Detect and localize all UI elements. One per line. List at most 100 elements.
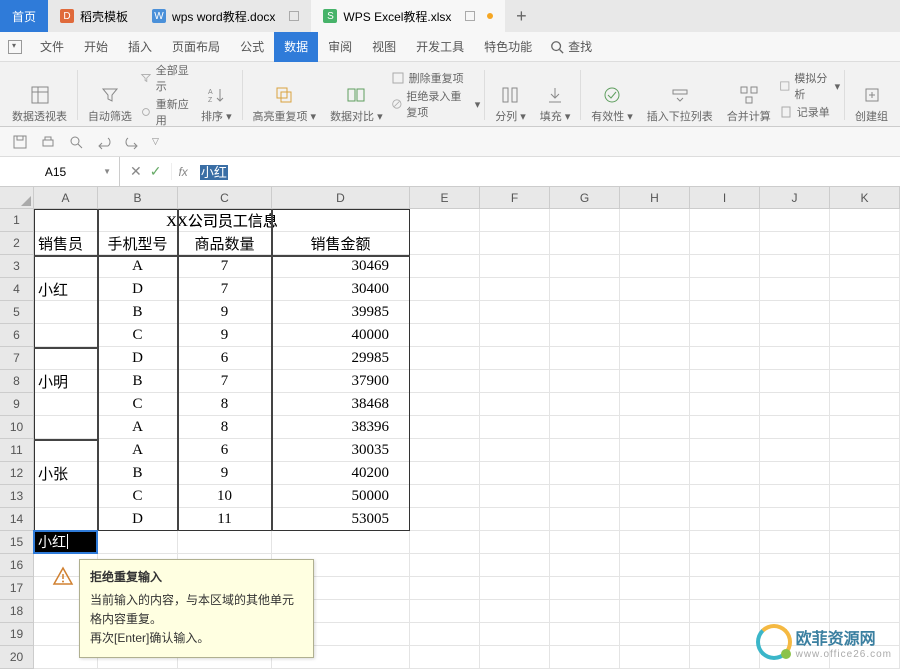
cell[interactable] bbox=[480, 646, 550, 669]
menu-review[interactable]: 审阅 bbox=[318, 32, 362, 62]
cell[interactable] bbox=[830, 416, 900, 439]
tab-template[interactable]: D稻壳模板 bbox=[48, 0, 140, 32]
cell[interactable] bbox=[550, 554, 620, 577]
ribbon-group[interactable]: 创建组 bbox=[849, 66, 894, 124]
cell[interactable] bbox=[690, 600, 760, 623]
redo-icon[interactable] bbox=[124, 134, 140, 150]
cell[interactable] bbox=[830, 577, 900, 600]
cell[interactable] bbox=[620, 462, 690, 485]
cell[interactable] bbox=[480, 232, 550, 255]
cell[interactable] bbox=[830, 600, 900, 623]
cell[interactable]: 30035 bbox=[272, 439, 410, 462]
print-icon[interactable] bbox=[40, 134, 56, 150]
cell[interactable] bbox=[690, 393, 760, 416]
col-header-H[interactable]: H bbox=[620, 187, 690, 209]
cell[interactable] bbox=[480, 324, 550, 347]
ribbon-fill[interactable]: 填充 ▾ bbox=[534, 66, 577, 124]
cell[interactable] bbox=[480, 577, 550, 600]
menu-dev[interactable]: 开发工具 bbox=[406, 32, 474, 62]
cell[interactable] bbox=[620, 393, 690, 416]
cell[interactable] bbox=[410, 232, 480, 255]
menu-insert[interactable]: 插入 bbox=[118, 32, 162, 62]
cell[interactable] bbox=[34, 439, 98, 462]
cell[interactable] bbox=[480, 370, 550, 393]
row-header-2[interactable]: 2 bbox=[0, 232, 34, 255]
ribbon-record[interactable]: 记录单 bbox=[779, 104, 840, 120]
cell[interactable] bbox=[410, 439, 480, 462]
cell[interactable] bbox=[830, 278, 900, 301]
cell[interactable] bbox=[830, 232, 900, 255]
ribbon-autofilter[interactable]: 自动筛选 bbox=[82, 66, 138, 124]
row-header-12[interactable]: 12 bbox=[0, 462, 34, 485]
cell[interactable] bbox=[690, 485, 760, 508]
cell[interactable] bbox=[410, 577, 480, 600]
cell[interactable]: 7 bbox=[178, 370, 272, 393]
ribbon-validation[interactable]: 有效性 ▾ bbox=[585, 66, 639, 124]
ribbon-showall[interactable]: 全部显示 bbox=[140, 62, 193, 94]
ribbon-reject-dup[interactable]: 拒绝录入重复项 ▾ bbox=[391, 88, 481, 120]
cell[interactable]: 6 bbox=[178, 347, 272, 370]
menu-layout[interactable]: 页面布局 bbox=[162, 32, 230, 62]
cell[interactable]: 小张 bbox=[34, 462, 98, 485]
cell[interactable] bbox=[620, 531, 690, 554]
cell[interactable]: 6 bbox=[178, 439, 272, 462]
cell[interactable] bbox=[760, 416, 830, 439]
row-header-8[interactable]: 8 bbox=[0, 370, 34, 393]
col-header-A[interactable]: A bbox=[34, 187, 98, 209]
row-header-10[interactable]: 10 bbox=[0, 416, 34, 439]
cell[interactable] bbox=[34, 393, 98, 416]
cell[interactable] bbox=[760, 554, 830, 577]
cell[interactable] bbox=[690, 324, 760, 347]
cell[interactable] bbox=[550, 508, 620, 531]
cell[interactable] bbox=[620, 324, 690, 347]
cell[interactable]: 7 bbox=[178, 278, 272, 301]
select-all-corner[interactable] bbox=[0, 187, 34, 209]
app-menu-icon[interactable] bbox=[8, 40, 22, 54]
cell[interactable]: C bbox=[98, 324, 178, 347]
col-header-F[interactable]: F bbox=[480, 187, 550, 209]
cell[interactable] bbox=[34, 347, 98, 370]
col-header-C[interactable]: C bbox=[178, 187, 272, 209]
row-header-14[interactable]: 14 bbox=[0, 508, 34, 531]
cell[interactable] bbox=[620, 623, 690, 646]
cell[interactable] bbox=[410, 278, 480, 301]
cell[interactable]: 商品数量 bbox=[178, 232, 272, 255]
col-header-E[interactable]: E bbox=[410, 187, 480, 209]
cell[interactable] bbox=[410, 255, 480, 278]
ribbon-consolidate[interactable]: 合并计算 bbox=[721, 66, 777, 124]
cell[interactable] bbox=[760, 209, 830, 232]
cell[interactable] bbox=[410, 485, 480, 508]
cell[interactable] bbox=[620, 370, 690, 393]
fx-button[interactable]: fx bbox=[172, 165, 193, 179]
cell[interactable] bbox=[690, 278, 760, 301]
ribbon-split[interactable]: 分列 ▾ bbox=[489, 66, 532, 124]
ribbon-compare[interactable]: 数据对比 ▾ bbox=[324, 66, 389, 124]
cell[interactable] bbox=[272, 531, 410, 554]
row-header-15[interactable]: 15 bbox=[0, 531, 34, 554]
cell[interactable] bbox=[620, 209, 690, 232]
cell[interactable] bbox=[830, 531, 900, 554]
col-header-J[interactable]: J bbox=[760, 187, 830, 209]
cell[interactable] bbox=[550, 646, 620, 669]
cell[interactable]: 38396 bbox=[272, 416, 410, 439]
cell[interactable] bbox=[620, 646, 690, 669]
cell[interactable]: 29985 bbox=[272, 347, 410, 370]
cell[interactable]: 9 bbox=[178, 301, 272, 324]
menu-special[interactable]: 特色功能 bbox=[474, 32, 542, 62]
cell[interactable]: 小红 bbox=[34, 278, 98, 301]
undo-icon[interactable] bbox=[96, 134, 112, 150]
cell[interactable] bbox=[690, 347, 760, 370]
cell[interactable] bbox=[620, 301, 690, 324]
cell[interactable] bbox=[620, 232, 690, 255]
cell[interactable] bbox=[480, 554, 550, 577]
preview-icon[interactable] bbox=[68, 134, 84, 150]
cell[interactable] bbox=[830, 255, 900, 278]
cell[interactable] bbox=[690, 209, 760, 232]
cell[interactable] bbox=[760, 577, 830, 600]
cell[interactable] bbox=[760, 531, 830, 554]
cell[interactable] bbox=[830, 439, 900, 462]
row-header-1[interactable]: 1 bbox=[0, 209, 34, 232]
cell[interactable]: B bbox=[98, 370, 178, 393]
cell[interactable] bbox=[550, 324, 620, 347]
qat-dropdown-icon[interactable]: ▽ bbox=[152, 136, 159, 147]
